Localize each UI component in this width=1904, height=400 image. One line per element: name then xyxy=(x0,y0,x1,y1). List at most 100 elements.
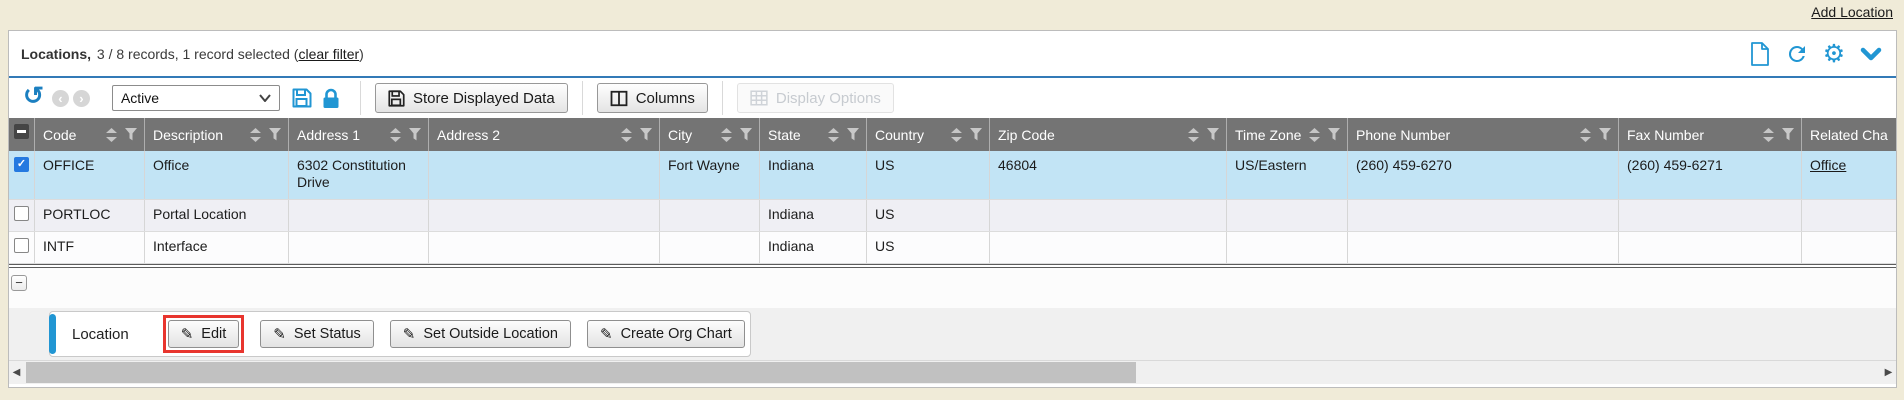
table-cell: Office xyxy=(1802,151,1896,199)
sort-icon[interactable] xyxy=(721,128,732,142)
previous-record-button[interactable]: ‹ xyxy=(52,90,69,107)
pencil-icon: ✎ xyxy=(181,327,194,342)
section-label: Location xyxy=(72,326,129,343)
row-checkbox[interactable] xyxy=(14,238,29,253)
column-header-label: Country xyxy=(875,127,945,143)
filter-icon[interactable] xyxy=(1598,128,1612,141)
filter-icon[interactable] xyxy=(124,128,138,141)
column-header-label: Address 1 xyxy=(297,127,384,143)
sort-icon[interactable] xyxy=(951,128,962,142)
collapse-button[interactable]: − xyxy=(11,275,27,291)
toolbar-separator xyxy=(360,81,361,115)
new-record-icon[interactable] xyxy=(1747,41,1773,67)
table-cell xyxy=(1348,200,1619,231)
action-card: Location ✎ Edit ✎ Set Status ✎ Set Outsi… xyxy=(49,311,751,357)
sort-icon[interactable] xyxy=(106,128,117,142)
related-chart-link[interactable]: Office xyxy=(1810,157,1846,173)
store-displayed-data-label: Store Displayed Data xyxy=(413,90,555,107)
store-displayed-data-button[interactable]: Store Displayed Data xyxy=(375,83,568,113)
sort-icon[interactable] xyxy=(250,128,261,142)
column-header-label: Code xyxy=(43,127,100,143)
toolbar-separator xyxy=(582,81,583,115)
reset-icon[interactable]: ↺ xyxy=(23,85,44,107)
filter-icon[interactable] xyxy=(268,128,282,141)
set-outside-location-button[interactable]: ✎ Set Outside Location xyxy=(390,320,571,348)
row-checkbox[interactable] xyxy=(14,157,29,172)
table-row[interactable]: INTFInterfaceIndianaUS xyxy=(9,232,1896,264)
filter-icon[interactable] xyxy=(639,128,653,141)
column-header[interactable]: Country xyxy=(867,118,990,151)
column-header[interactable]: Phone Number xyxy=(1348,118,1619,151)
scroll-right-button[interactable]: ▶ xyxy=(1881,361,1896,384)
filter-icon[interactable] xyxy=(846,128,860,141)
filter-icon[interactable] xyxy=(1206,128,1220,141)
action-button-label: Set Status xyxy=(294,326,361,342)
section-accent-bar xyxy=(49,314,56,354)
record-summary-close: ) xyxy=(359,46,364,62)
pencil-icon: ✎ xyxy=(403,327,416,342)
columns-label: Columns xyxy=(636,90,695,107)
table-cell: PORTLOC xyxy=(35,200,145,231)
table-cell: Office xyxy=(145,151,289,199)
filter-icon[interactable] xyxy=(739,128,753,141)
column-header[interactable]: Zip Code xyxy=(990,118,1227,151)
table-cell: Fort Wayne xyxy=(660,151,760,199)
table-cell: Indiana xyxy=(760,151,867,199)
column-header[interactable]: City xyxy=(660,118,760,151)
column-header[interactable]: Fax Number xyxy=(1619,118,1802,151)
column-header[interactable]: Related Cha xyxy=(1802,118,1896,151)
table-row[interactable]: OFFICEOffice6302 Constitution DriveFort … xyxy=(9,151,1896,200)
lock-icon[interactable] xyxy=(322,88,340,109)
next-record-button[interactable]: › xyxy=(73,90,90,107)
scroll-thumb[interactable] xyxy=(26,362,1136,383)
horizontal-scrollbar[interactable]: ◀ ▶ xyxy=(9,360,1896,384)
sort-icon[interactable] xyxy=(621,128,632,142)
row-checkbox-cell xyxy=(9,151,35,199)
sort-icon[interactable] xyxy=(1309,128,1320,142)
table-cell: Indiana xyxy=(760,200,867,231)
table-cell xyxy=(1802,200,1896,231)
action-area: Location ✎ Edit ✎ Set Status ✎ Set Outsi… xyxy=(9,308,1896,360)
table-cell: (260) 459-6271 xyxy=(1619,151,1802,199)
table-header-row: Code Description xyxy=(9,118,1896,151)
sort-icon[interactable] xyxy=(1763,128,1774,142)
column-header[interactable]: Time Zone xyxy=(1227,118,1348,151)
column-header[interactable]: Description xyxy=(145,118,289,151)
refresh-icon[interactable] xyxy=(1784,41,1810,67)
column-header[interactable]: State xyxy=(760,118,867,151)
column-header-label: City xyxy=(668,127,715,143)
filter-icon[interactable] xyxy=(408,128,422,141)
column-header[interactable]: Address 2 xyxy=(429,118,660,151)
row-checkbox[interactable] xyxy=(14,206,29,221)
action-buttons: ✎ Edit ✎ Set Status ✎ Set Outside Locati… xyxy=(163,315,745,353)
column-header[interactable]: Code xyxy=(35,118,145,151)
page-top-strip: Add Location xyxy=(0,0,1904,30)
grid-icon xyxy=(750,90,768,106)
filter-icon[interactable] xyxy=(969,128,983,141)
scroll-left-button[interactable]: ◀ xyxy=(9,361,24,384)
table-cell xyxy=(990,232,1227,263)
sort-icon[interactable] xyxy=(390,128,401,142)
sort-icon[interactable] xyxy=(1580,128,1591,142)
action-button-label: Create Org Chart xyxy=(621,326,732,342)
column-header[interactable]: Address 1 xyxy=(289,118,429,151)
save-view-icon[interactable] xyxy=(292,88,312,108)
add-location-link[interactable]: Add Location xyxy=(1811,4,1893,20)
select-all-checkbox[interactable] xyxy=(14,124,29,139)
filter-icon[interactable] xyxy=(1327,128,1341,141)
scroll-track[interactable] xyxy=(24,361,1881,384)
clear-filter-link[interactable]: clear filter xyxy=(298,46,359,62)
table-row[interactable]: PORTLOCPortal LocationIndianaUS xyxy=(9,200,1896,232)
filter-icon[interactable] xyxy=(1781,128,1795,141)
create-org-chart-button[interactable]: ✎ Create Org Chart xyxy=(587,320,745,348)
columns-button[interactable]: Columns xyxy=(597,83,708,113)
view-filter-select[interactable]: Active xyxy=(112,85,280,111)
collapse-strip: − xyxy=(9,268,1896,308)
sort-icon[interactable] xyxy=(1188,128,1199,142)
sort-icon[interactable] xyxy=(828,128,839,142)
chevron-down-icon[interactable] xyxy=(1858,41,1884,67)
table-cell xyxy=(1348,232,1619,263)
set-status-button[interactable]: ✎ Set Status xyxy=(260,320,373,348)
gear-icon[interactable]: ⚙ xyxy=(1821,41,1847,67)
edit-button[interactable]: ✎ Edit xyxy=(168,320,240,348)
